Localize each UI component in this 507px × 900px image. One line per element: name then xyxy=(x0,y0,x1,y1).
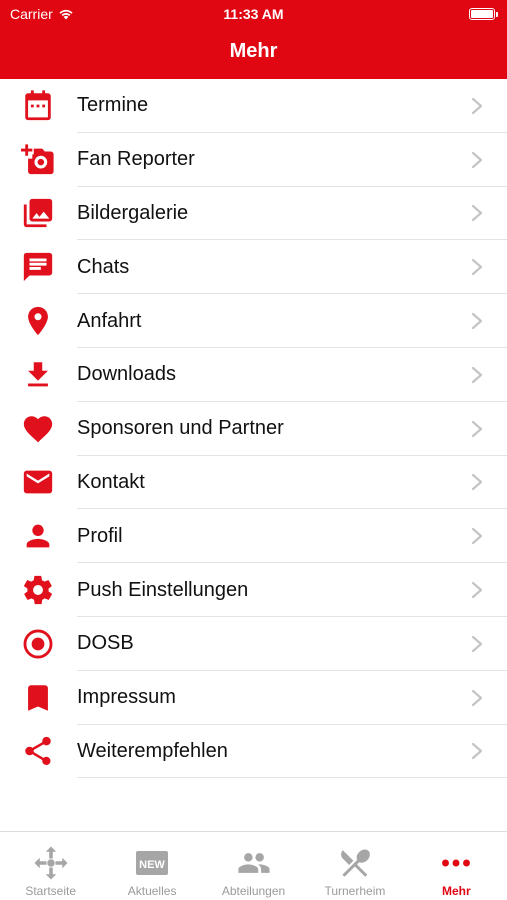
target-icon xyxy=(20,626,56,662)
tab-bar: Startseite NEW Aktuelles Abteilungen Tur… xyxy=(0,831,507,900)
menu-item-termine[interactable]: Termine xyxy=(0,79,507,133)
chat-icon xyxy=(20,249,56,285)
chevron-right-icon xyxy=(471,474,483,491)
page-title: Mehr xyxy=(229,40,278,62)
menu-item-kontakt[interactable]: Kontakt xyxy=(0,456,507,510)
chevron-right-icon xyxy=(471,366,483,383)
clock: 11:33 AM xyxy=(223,6,284,22)
menu-list: Termine Fan Reporter Bildergalerie Chats… xyxy=(0,79,507,779)
chevron-right-icon xyxy=(471,205,483,222)
menu-item-anfahrt[interactable]: Anfahrt xyxy=(0,294,507,348)
tab-label: Mehr xyxy=(441,884,471,898)
menu-item-label: Sponsoren und Partner xyxy=(77,417,284,440)
tab-mehr[interactable]: Mehr xyxy=(406,832,507,900)
share-icon xyxy=(20,733,56,769)
battery-icon xyxy=(469,8,498,20)
chevron-right-icon xyxy=(471,151,483,168)
menu-item-bildergalerie[interactable]: Bildergalerie xyxy=(0,187,507,241)
chevron-right-icon xyxy=(471,581,483,599)
bookmark-icon xyxy=(20,680,56,716)
photo-library-icon xyxy=(20,195,56,231)
menu-item-label: Fan Reporter xyxy=(77,148,195,171)
mail-icon xyxy=(20,464,56,500)
menu-item-weiterempfehlen[interactable]: Weiterempfehlen xyxy=(0,725,507,779)
menu-item-push-einstellungen[interactable]: Push Einstellungen xyxy=(0,563,507,617)
menu-item-label: Termine xyxy=(77,94,149,117)
chevron-right-icon xyxy=(471,528,483,545)
menu-item-label: Kontakt xyxy=(77,470,145,493)
menu-item-impressum[interactable]: Impressum xyxy=(0,671,507,725)
menu-item-label: Bildergalerie xyxy=(77,201,189,224)
menu-item-label: Downloads xyxy=(77,363,176,386)
chevron-right-icon xyxy=(471,635,483,652)
tab-label: Startseite xyxy=(25,884,77,898)
menu-item-chats[interactable]: Chats xyxy=(0,240,507,295)
new-badge-text: NEW xyxy=(139,859,165,871)
tab-turnerheim[interactable]: Turnerheim xyxy=(304,832,405,900)
move-arrows-icon xyxy=(31,846,71,880)
new-badge-icon: NEW xyxy=(132,846,172,880)
download-icon xyxy=(20,357,56,393)
people-icon xyxy=(234,846,274,880)
menu-item-label: Anfahrt xyxy=(77,309,142,332)
tab-label: Abteilungen xyxy=(221,884,286,898)
location-pin-icon xyxy=(20,303,56,339)
chevron-right-icon xyxy=(471,689,483,706)
tab-label: Turnerheim xyxy=(324,884,386,898)
menu-item-label: Weiterempfehlen xyxy=(77,739,228,762)
tab-aktuelles[interactable]: NEW Aktuelles xyxy=(101,832,202,900)
chevron-right-icon xyxy=(471,259,483,276)
menu-item-profil[interactable]: Profil xyxy=(0,509,507,564)
menu-item-sponsoren[interactable]: Sponsoren und Partner xyxy=(0,402,507,456)
chevron-right-icon xyxy=(471,743,483,760)
tab-abteilungen[interactable]: Abteilungen xyxy=(203,832,304,900)
menu-item-label: Push Einstellungen xyxy=(77,578,249,601)
more-dots-icon xyxy=(436,846,476,880)
menu-item-label: DOSB xyxy=(77,632,134,655)
heart-icon xyxy=(20,411,56,447)
chevron-right-icon xyxy=(471,97,483,114)
menu-item-dosb[interactable]: DOSB xyxy=(0,617,507,671)
tab-startseite[interactable]: Startseite xyxy=(0,832,101,900)
add-photo-icon xyxy=(20,142,56,178)
menu-item-label: Impressum xyxy=(77,686,176,709)
menu-item-fan-reporter[interactable]: Fan Reporter xyxy=(0,133,507,187)
header-bar: Carrier 11:33 AM Mehr xyxy=(0,0,507,79)
gear-icon xyxy=(20,572,56,608)
tab-label: Aktuelles xyxy=(127,884,177,898)
menu-item-downloads[interactable]: Downloads xyxy=(0,348,507,402)
calendar-icon xyxy=(20,88,56,124)
chevron-right-icon xyxy=(471,420,483,437)
person-icon xyxy=(20,518,56,554)
fork-knife-icon xyxy=(335,846,375,880)
status-bar: Carrier 11:33 AM xyxy=(0,0,507,28)
chevron-right-icon xyxy=(471,312,483,330)
menu-item-label: Profil xyxy=(77,524,123,547)
menu-item-label: Chats xyxy=(77,255,130,278)
